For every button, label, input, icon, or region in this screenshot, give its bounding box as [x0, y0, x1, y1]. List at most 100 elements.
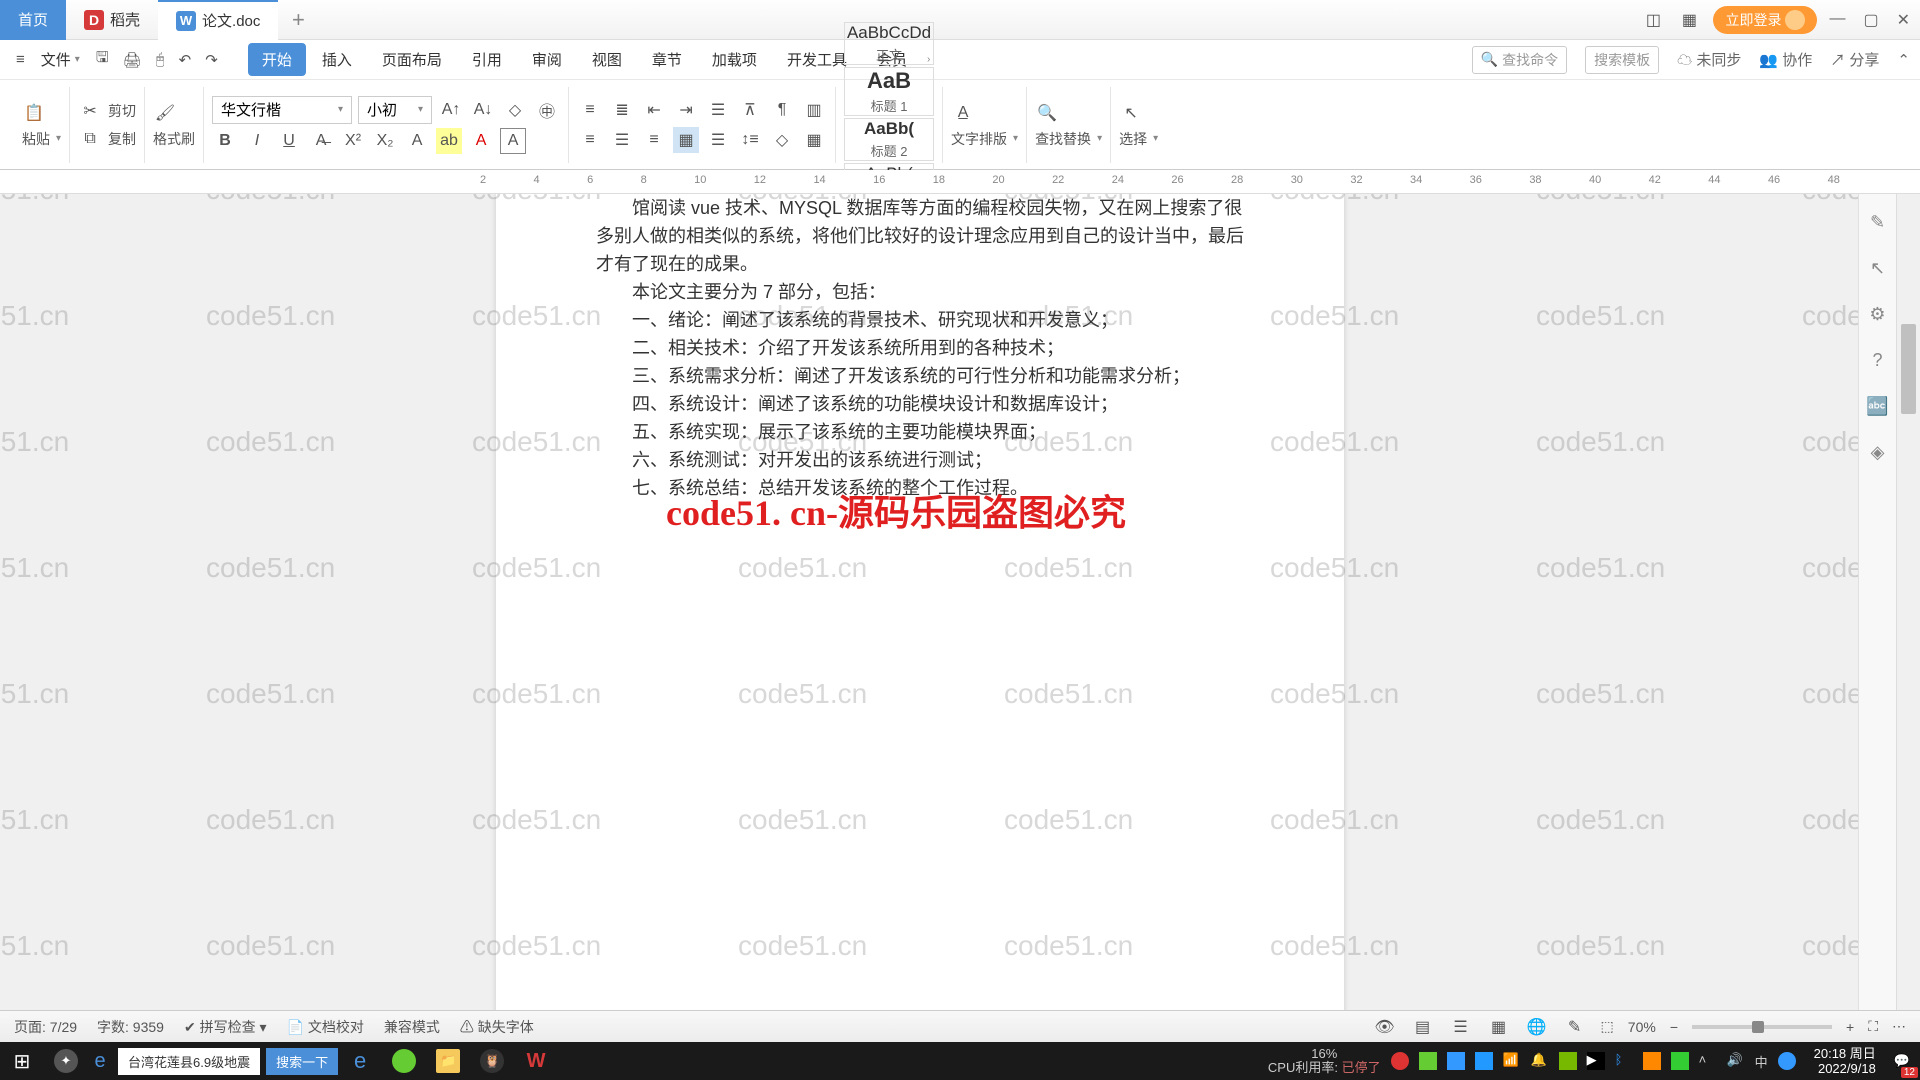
chevron-up-icon[interactable]: ˄: [1699, 1052, 1717, 1070]
proofread-button[interactable]: 📄 文档校对: [287, 1017, 364, 1037]
edit-mode-icon[interactable]: ✎: [1563, 1015, 1587, 1039]
page-count[interactable]: 页面: 7/29: [14, 1017, 77, 1037]
showpara-icon[interactable]: ¶: [769, 97, 795, 123]
sort-icon[interactable]: ☰: [705, 97, 731, 123]
layout-icon[interactable]: ◫: [1641, 8, 1665, 32]
zoom-handle[interactable]: [1752, 1021, 1764, 1033]
increase-indent-icon[interactable]: ⇥: [673, 97, 699, 123]
command-search[interactable]: 🔍查找命令: [1472, 46, 1567, 74]
tray-icon[interactable]: [1671, 1052, 1689, 1070]
highlight-button[interactable]: ab: [436, 128, 462, 154]
tab-view[interactable]: 视图: [578, 43, 636, 76]
ruler[interactable]: 2468101214161820222426283032343638404244…: [0, 170, 1920, 194]
clock[interactable]: 20:18 周日 2022/9/18: [1806, 1046, 1884, 1076]
textdir-icon[interactable]: A̲: [951, 101, 975, 125]
settings-icon[interactable]: ⚙: [1866, 302, 1890, 326]
select-icon[interactable]: ↖: [1119, 101, 1143, 125]
outline-mode-icon[interactable]: ☰: [1449, 1015, 1473, 1039]
clear-format-icon[interactable]: ◇: [502, 97, 528, 123]
align-right-icon[interactable]: ≡: [641, 127, 667, 153]
bold-button[interactable]: B: [212, 128, 238, 154]
start-button[interactable]: ⊞: [0, 1042, 44, 1080]
collapse-ribbon-icon[interactable]: ⌃: [1897, 51, 1910, 69]
underline-button[interactable]: U: [276, 128, 302, 154]
subscript-button[interactable]: X₂: [372, 128, 398, 154]
app-green-icon[interactable]: [382, 1042, 426, 1080]
tool-icon[interactable]: ◈: [1866, 440, 1890, 464]
align-left-icon[interactable]: ≡: [577, 127, 603, 153]
browser-task[interactable]: e 台湾花莲县6.9级地震 搜索一下: [88, 1042, 338, 1080]
page[interactable]: 馆阅读 vue 技术、MYSQL 数据库等方面的编程校园失物，又在网上搜索了很多…: [496, 194, 1344, 1034]
wps-task-icon[interactable]: W: [514, 1042, 558, 1080]
style-heading2[interactable]: AaBb(标题 2: [844, 118, 934, 161]
file-menu[interactable]: 文件▾: [33, 45, 88, 74]
tab-daoke[interactable]: D 稻壳: [66, 0, 158, 40]
italic-button[interactable]: I: [244, 128, 270, 154]
minimize-button[interactable]: —: [1829, 10, 1845, 30]
align-justify-icon[interactable]: ▦: [673, 127, 699, 153]
tab-pagelayout[interactable]: 页面布局: [368, 43, 456, 76]
pen-icon[interactable]: ✎: [1866, 210, 1890, 234]
number-list-icon[interactable]: ≣: [609, 97, 635, 123]
vertical-scrollbar[interactable]: [1896, 194, 1920, 1034]
fullscreen-icon[interactable]: ⛶: [1868, 1018, 1878, 1035]
unsync-status[interactable]: ☁ 未同步: [1677, 49, 1741, 70]
superscript-button[interactable]: X²: [340, 128, 366, 154]
tab-chapter[interactable]: 章节: [638, 43, 696, 76]
tab-addon[interactable]: 加载项: [698, 43, 771, 76]
translate-icon[interactable]: 🔤: [1866, 394, 1890, 418]
wifi-icon[interactable]: 📶: [1503, 1052, 1521, 1070]
borders-icon[interactable]: ▦: [801, 127, 827, 153]
copy-icon[interactable]: ⧉: [78, 127, 102, 151]
web-mode-icon[interactable]: ▦: [1487, 1015, 1511, 1039]
bullet-list-icon[interactable]: ≡: [577, 97, 603, 123]
tab-start[interactable]: 开始: [248, 43, 306, 76]
zoom-in-button[interactable]: +: [1846, 1019, 1854, 1035]
tab-document[interactable]: W 论文.doc: [158, 0, 278, 40]
columns-icon[interactable]: ▥: [801, 97, 827, 123]
zoom-out-button[interactable]: −: [1670, 1019, 1678, 1035]
close-button[interactable]: ✕: [1897, 10, 1910, 30]
zoom-slider[interactable]: [1692, 1025, 1832, 1029]
copilot-icon[interactable]: ✦: [44, 1042, 88, 1080]
nvidia-icon[interactable]: [1559, 1052, 1577, 1070]
style-normal[interactable]: AaBbCcDd正文: [844, 22, 934, 65]
align-center-icon[interactable]: ☰: [609, 127, 635, 153]
strike-button[interactable]: A̶: [308, 128, 334, 154]
cpu-widget[interactable]: 16% CPU利用率: 已停了: [1268, 1047, 1381, 1075]
bell-icon[interactable]: 🔔: [1531, 1052, 1549, 1070]
word-count[interactable]: 字数: 9359: [97, 1017, 164, 1037]
draft-mode-icon[interactable]: 🌐: [1525, 1015, 1549, 1039]
font-color-button[interactable]: A: [468, 128, 494, 154]
scroll-thumb[interactable]: [1901, 324, 1916, 414]
tab-review[interactable]: 审阅: [518, 43, 576, 76]
hamburger-icon[interactable]: ≡: [10, 47, 31, 72]
tabstop-icon[interactable]: ⊼: [737, 97, 763, 123]
tray-icon[interactable]: [1391, 1052, 1409, 1070]
save-icon[interactable]: 🖫: [90, 43, 115, 76]
size-select[interactable]: 小初▾: [358, 96, 432, 124]
shrink-font-icon[interactable]: A↓: [470, 97, 496, 123]
login-button[interactable]: 立即登录: [1713, 6, 1817, 34]
redo-icon[interactable]: ↷: [199, 47, 224, 73]
cursor-icon[interactable]: ↖: [1866, 256, 1890, 280]
shading-icon[interactable]: ◇: [769, 127, 795, 153]
print-icon[interactable]: 🖨: [117, 47, 148, 73]
app-owl-icon[interactable]: 🦉: [470, 1042, 514, 1080]
tab-insert[interactable]: 插入: [308, 43, 366, 76]
tab-reference[interactable]: 引用: [458, 43, 516, 76]
tray-icon[interactable]: ▶: [1587, 1052, 1605, 1070]
read-mode-icon[interactable]: 👁: [1373, 1015, 1397, 1039]
tab-home[interactable]: 首页: [0, 0, 66, 40]
ime-icon[interactable]: 中: [1755, 1052, 1768, 1071]
tray-icon[interactable]: [1778, 1052, 1796, 1070]
formatbrush-icon[interactable]: 🖌: [153, 101, 177, 125]
zoom-level[interactable]: 70%: [1628, 1019, 1656, 1035]
missing-font[interactable]: ⚠ 缺失字体: [460, 1017, 534, 1037]
undo-icon[interactable]: ↶: [173, 47, 198, 73]
bluetooth-icon[interactable]: ᛒ: [1615, 1052, 1633, 1070]
char-border-button[interactable]: A: [500, 128, 526, 154]
sound-icon[interactable]: 🔊: [1727, 1052, 1745, 1070]
phonetic-icon[interactable]: ㊥: [534, 97, 560, 123]
spellcheck-button[interactable]: ✔ 拼写检查 ▾: [184, 1017, 267, 1037]
